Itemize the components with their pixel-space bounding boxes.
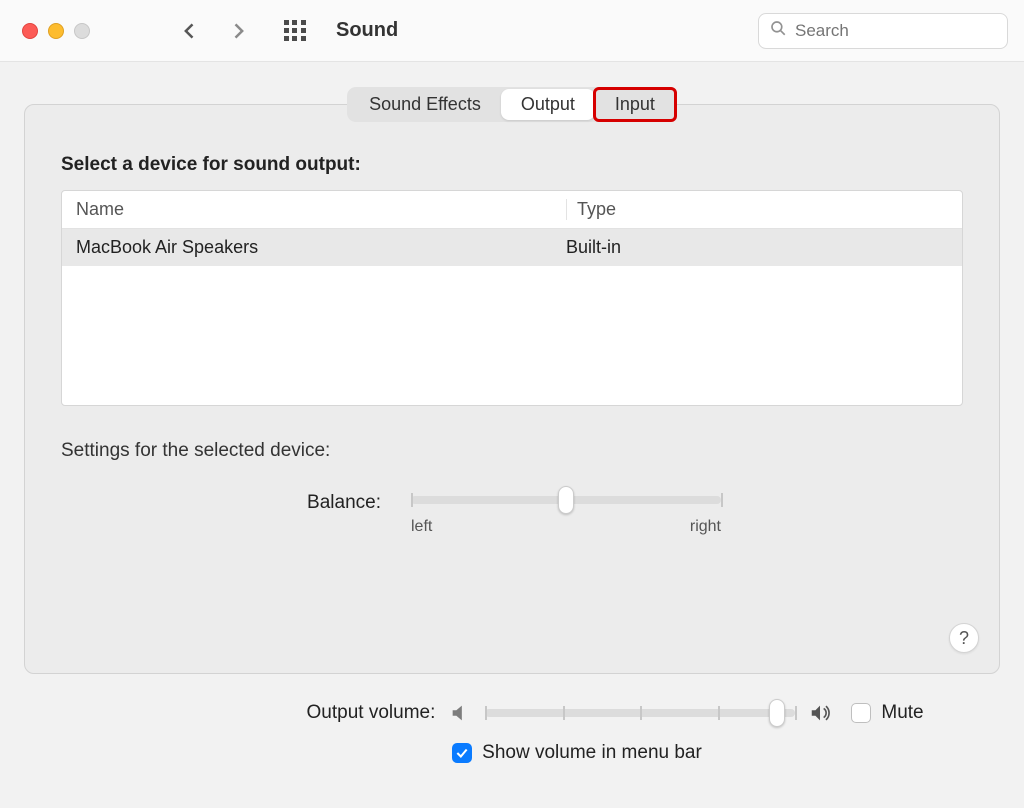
speaker-high-icon [809, 702, 831, 724]
col-header-name: Name [76, 199, 566, 220]
window-title: Sound [336, 19, 398, 42]
close-window-button[interactable] [22, 23, 38, 39]
table-header: Name Type [62, 191, 962, 229]
device-name: MacBook Air Speakers [76, 237, 566, 258]
tab-input[interactable]: Input [595, 89, 675, 120]
mute-label: Mute [881, 702, 923, 724]
output-volume-slider[interactable] [485, 709, 795, 717]
forward-button[interactable] [228, 21, 248, 41]
tab-output[interactable]: Output [501, 89, 595, 120]
col-header-type: Type [566, 199, 948, 220]
table-row[interactable]: MacBook Air Speakers Built-in [62, 229, 962, 266]
mute-checkbox[interactable] [851, 703, 871, 723]
search-field[interactable] [758, 13, 1008, 49]
balance-slider[interactable] [411, 496, 721, 504]
output-volume-section: Output volume: Mute [24, 702, 1000, 764]
minimize-window-button[interactable] [48, 23, 64, 39]
search-icon [769, 19, 787, 42]
tab-sound-effects[interactable]: Sound Effects [349, 89, 501, 120]
balance-control: Balance: left right [61, 490, 963, 536]
sound-tabs: Sound Effects Output Input [347, 87, 677, 122]
balance-right-label: right [690, 518, 721, 536]
balance-label: Balance: [131, 490, 381, 514]
select-device-label: Select a device for sound output: [61, 154, 963, 176]
search-input[interactable] [795, 21, 997, 41]
output-volume-label: Output volume: [100, 702, 435, 724]
device-type: Built-in [566, 237, 948, 258]
speaker-low-icon [449, 702, 471, 724]
show-volume-menubar-checkbox[interactable] [452, 743, 472, 763]
show-all-prefs-button[interactable] [284, 20, 306, 42]
volume-slider-thumb[interactable] [769, 699, 785, 727]
fullscreen-window-button[interactable] [74, 23, 90, 39]
show-volume-menubar-label: Show volume in menu bar [482, 742, 702, 764]
help-button[interactable]: ? [949, 623, 979, 653]
settings-for-device-label: Settings for the selected device: [61, 440, 963, 462]
balance-left-label: left [411, 518, 432, 536]
output-device-table: Name Type MacBook Air Speakers Built-in [61, 190, 963, 406]
back-button[interactable] [180, 21, 200, 41]
nav-arrows [180, 21, 248, 41]
window-controls [22, 23, 90, 39]
sound-pane: Sound Effects Output Input Select a devi… [24, 104, 1000, 674]
window-toolbar: Sound [0, 0, 1024, 62]
balance-slider-thumb[interactable] [558, 486, 574, 514]
